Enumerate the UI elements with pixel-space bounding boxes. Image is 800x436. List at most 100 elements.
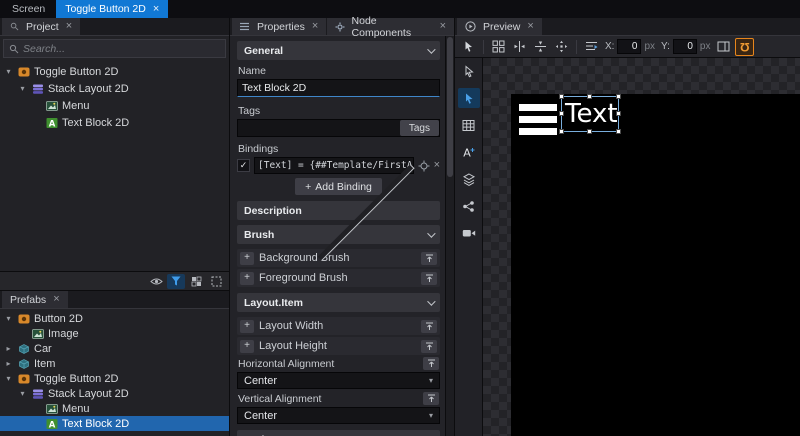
prefabs-tree-item-image[interactable]: Image bbox=[0, 326, 229, 341]
center-both-button[interactable] bbox=[552, 38, 571, 56]
snap-magnet-button[interactable]: Ω bbox=[735, 38, 754, 56]
tab-screen[interactable]: Screen bbox=[3, 0, 54, 18]
text-tool-button[interactable]: A bbox=[458, 142, 480, 162]
tiles-grid-button[interactable] bbox=[489, 38, 508, 56]
prefab-cube-icon bbox=[17, 357, 30, 370]
prefabs-tree-item-car[interactable]: ▸ Car bbox=[0, 341, 229, 356]
x-unit: px bbox=[644, 41, 655, 52]
section-title: Description bbox=[244, 205, 302, 217]
section-node[interactable]: Node bbox=[237, 430, 440, 436]
tab-toggle-button-2d[interactable]: Toggle Button 2D × bbox=[56, 0, 168, 18]
grid-view-button[interactable] bbox=[187, 274, 205, 289]
vertical-alignment-select[interactable]: Center ▾ bbox=[237, 407, 440, 424]
push-to-prefab-icon[interactable] bbox=[421, 252, 437, 265]
add-property-button[interactable]: + bbox=[240, 272, 254, 285]
selection-handle-s[interactable] bbox=[587, 129, 592, 134]
close-icon[interactable]: × bbox=[153, 4, 159, 15]
prefabs-tree-item-button-2d[interactable]: ▾ Button 2D bbox=[0, 311, 229, 326]
prefabs-tree-item-toggle-button-2d[interactable]: ▾ Toggle Button 2D bbox=[0, 371, 229, 386]
close-icon[interactable]: × bbox=[312, 21, 318, 32]
frame-select-button[interactable] bbox=[207, 274, 225, 289]
expander-down-icon[interactable]: ▾ bbox=[18, 389, 27, 398]
layers-tool-button[interactable] bbox=[458, 169, 480, 189]
selection-handle-se[interactable] bbox=[616, 129, 621, 134]
prefabs-tree-item-stack-layout-2d[interactable]: ▾ Stack Layout 2D bbox=[0, 386, 229, 401]
binding-enabled-checkbox[interactable]: ✓ bbox=[237, 159, 250, 172]
pick-cursor-button[interactable] bbox=[459, 38, 478, 56]
push-to-prefab-icon[interactable] bbox=[421, 340, 437, 353]
x-input[interactable] bbox=[617, 39, 641, 54]
interact-tool-button[interactable] bbox=[458, 61, 480, 81]
project-tree-item-stack-layout-2d[interactable]: ▾ Stack Layout 2D bbox=[0, 80, 229, 97]
search-input[interactable] bbox=[23, 43, 220, 55]
horizontal-alignment-select[interactable]: Center ▾ bbox=[237, 372, 440, 389]
close-icon[interactable]: × bbox=[53, 294, 59, 305]
selection-handle-sw[interactable] bbox=[559, 129, 564, 134]
expander-down-icon[interactable]: ▾ bbox=[4, 67, 13, 76]
center-vertical-button[interactable] bbox=[531, 38, 550, 56]
project-tree-item-toggle-button-2d[interactable]: ▾ Toggle Button 2D bbox=[0, 63, 229, 80]
add-property-button[interactable]: + bbox=[240, 320, 254, 333]
select-tool-button[interactable] bbox=[458, 88, 480, 108]
project-tree-item-text-block-2d[interactable]: A Text Block 2D bbox=[0, 114, 229, 131]
panels-button[interactable] bbox=[714, 38, 733, 56]
push-to-prefab-icon[interactable] bbox=[421, 320, 437, 333]
selection-handle-ne[interactable] bbox=[616, 94, 621, 99]
nodes-tool-button[interactable] bbox=[458, 196, 480, 216]
binding-expression[interactable]: [Text] = {##Template/FirstAp bbox=[254, 157, 414, 174]
y-input[interactable] bbox=[673, 39, 697, 54]
add-property-button[interactable]: + bbox=[240, 340, 254, 353]
project-panel-tab[interactable]: Project × bbox=[2, 18, 80, 35]
prefabs-panel-tab[interactable]: Prefabs × bbox=[2, 291, 68, 308]
expander-right-icon[interactable]: ▸ bbox=[4, 359, 13, 368]
add-binding-label: Add Binding bbox=[315, 181, 372, 193]
selection-box[interactable]: Text bbox=[561, 96, 619, 132]
prefabs-tree-item-menu[interactable]: Menu bbox=[0, 401, 229, 416]
tree-item-label: Menu bbox=[62, 100, 90, 112]
screen-node[interactable]: Text bbox=[511, 94, 800, 436]
filter-button[interactable] bbox=[167, 274, 185, 289]
preview-panel-tab[interactable]: Preview × bbox=[457, 18, 542, 35]
push-to-prefab-icon[interactable] bbox=[421, 272, 437, 285]
push-to-prefab-icon[interactable] bbox=[423, 392, 439, 405]
properties-scrollbar[interactable] bbox=[445, 36, 454, 436]
prefabs-tree-item-text-block-2d[interactable]: A Text Block 2D bbox=[0, 416, 229, 431]
tags-button[interactable]: Tags bbox=[400, 120, 439, 136]
section-general[interactable]: General bbox=[237, 41, 440, 60]
expander-down-icon[interactable]: ▾ bbox=[4, 374, 13, 383]
expander-down-icon[interactable]: ▾ bbox=[18, 84, 27, 93]
add-binding-button[interactable]: + Add Binding bbox=[295, 178, 382, 195]
selection-handle-nw[interactable] bbox=[559, 94, 564, 99]
prefabs-panel: Prefabs × ▾ Button 2D Image bbox=[0, 291, 229, 436]
section-description[interactable]: Description bbox=[237, 201, 440, 220]
grid-tool-button[interactable] bbox=[458, 115, 480, 135]
scrollbar-thumb[interactable] bbox=[447, 37, 453, 177]
selected-value: Center bbox=[244, 410, 277, 422]
selection-handle-w[interactable] bbox=[559, 111, 564, 116]
selection-handle-e[interactable] bbox=[616, 111, 621, 116]
add-property-button[interactable]: + bbox=[240, 252, 254, 265]
close-icon[interactable]: × bbox=[66, 21, 72, 32]
remove-binding-icon[interactable]: × bbox=[434, 160, 440, 171]
push-to-prefab-icon[interactable] bbox=[423, 357, 439, 370]
preview-canvas[interactable]: Text bbox=[483, 58, 800, 436]
expander-down-icon[interactable]: ▾ bbox=[4, 314, 13, 323]
prefabs-tree-item-item[interactable]: ▸ Item bbox=[0, 356, 229, 371]
close-icon[interactable]: × bbox=[440, 21, 446, 32]
tab-properties[interactable]: Properties × bbox=[232, 18, 326, 35]
menu-image-node[interactable] bbox=[519, 104, 557, 135]
align-lines-button[interactable] bbox=[582, 38, 601, 56]
binding-editor-icon[interactable] bbox=[418, 160, 430, 172]
project-tree-item-menu[interactable]: Menu bbox=[0, 97, 229, 114]
section-layout-item[interactable]: Layout.Item bbox=[237, 293, 440, 312]
show-hidden-eye-button[interactable] bbox=[147, 274, 165, 289]
close-icon[interactable]: × bbox=[527, 21, 533, 32]
text-block-node[interactable]: Text bbox=[565, 97, 618, 131]
tree-item-label: Text Block 2D bbox=[62, 117, 129, 129]
camera-tool-button[interactable] bbox=[458, 223, 480, 243]
tab-node-components[interactable]: Node Components × bbox=[327, 18, 454, 35]
name-field[interactable] bbox=[237, 79, 440, 97]
center-horizontal-button[interactable] bbox=[510, 38, 529, 56]
expander-right-icon[interactable]: ▸ bbox=[4, 344, 13, 353]
selection-handle-n[interactable] bbox=[587, 94, 592, 99]
